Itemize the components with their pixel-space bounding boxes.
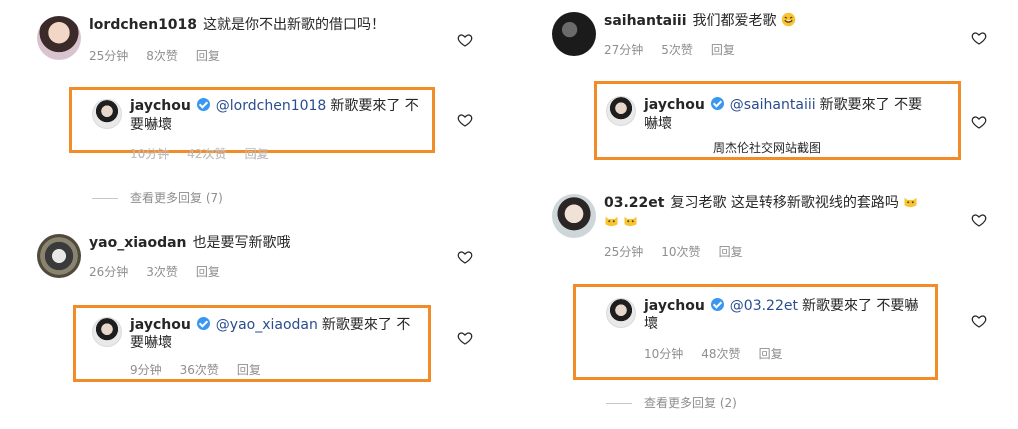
reply-text: 新歌要來了 不 <box>321 317 411 333</box>
reply-username[interactable]: jaychou <box>644 97 705 113</box>
comment-text: 也是要写新歌哦 <box>192 235 291 251</box>
cat-emoji-icon <box>624 216 637 227</box>
reply-time: 10分钟 <box>130 147 170 161</box>
view-more-replies[interactable]: 查看更多回复 (2) <box>606 394 737 411</box>
avatar[interactable] <box>37 16 81 60</box>
divider <box>606 403 632 404</box>
reply-text: 新歌要來了 不要 <box>819 97 923 113</box>
comment-time: 25分钟 <box>604 245 644 259</box>
mention-link[interactable]: @03.22et <box>730 298 798 314</box>
reply-text-continued: 壞 <box>644 316 658 332</box>
reply-likes[interactable]: 36次赞 <box>180 363 219 377</box>
comment-text-line: saihantaiii 我们都爱老歌 <box>604 12 796 31</box>
reply-time: 10分钟 <box>644 347 684 361</box>
reply-username[interactable]: jaychou <box>130 317 191 333</box>
reply-text-line: jaychou @saihantaiii 新歌要來了 不要 <box>644 96 922 115</box>
heart-icon[interactable] <box>457 249 473 265</box>
comment-text-line: 03.22et 复习老歌 这是转移新歌视线的套路吗 <box>604 194 918 213</box>
reply-button[interactable]: 回复 <box>719 245 743 259</box>
comment-username[interactable]: yao_xiaodan <box>89 235 187 251</box>
reply-button[interactable]: 回复 <box>711 43 735 57</box>
avatar[interactable] <box>37 234 81 278</box>
comment-username[interactable]: lordchen1018 <box>89 17 197 33</box>
verified-badge-icon <box>710 298 724 311</box>
heart-icon[interactable] <box>971 212 987 228</box>
reply-meta-partial: 10分钟 42次赞 回复 <box>130 145 287 162</box>
heart-icon[interactable] <box>457 330 473 346</box>
comment-text: 复习老歌 这是转移新歌视线的套路吗 <box>670 195 899 211</box>
comment-time: 26分钟 <box>89 265 129 279</box>
reply-meta: 9分钟 36次赞 回复 <box>130 361 279 378</box>
reply-text-continued: 要嚇壞 <box>130 117 172 133</box>
reply-text-line: jaychou @03.22et 新歌要來了 不要嚇 <box>644 297 918 316</box>
view-more-replies-label[interactable]: 查看更多回复 (2) <box>644 396 737 410</box>
reply-time: 9分钟 <box>130 363 162 377</box>
reply-text-continued: 嚇壞 <box>644 116 672 132</box>
heart-icon[interactable] <box>457 32 473 48</box>
divider <box>92 198 118 199</box>
reply-button[interactable]: 回复 <box>196 265 220 279</box>
verified-badge-icon <box>196 317 210 330</box>
comment-username[interactable]: 03.22et <box>604 195 664 211</box>
avatar[interactable] <box>92 99 122 129</box>
reply-meta: 10分钟 48次赞 回复 <box>644 345 801 362</box>
comment-text: 我们都爱老歌 <box>692 13 777 29</box>
comment-text-line: lordchen1018 这就是你不出新歌的借口吗！ <box>89 16 385 35</box>
mention-link[interactable]: @lordchen1018 <box>216 98 327 114</box>
reply-button[interactable]: 回复 <box>245 147 269 161</box>
reply-button[interactable]: 回复 <box>196 49 220 63</box>
reply-text: 新歌要來了 不要嚇 <box>801 298 919 314</box>
comment-likes[interactable]: 5次赞 <box>661 43 693 57</box>
mention-link[interactable]: @yao_xiaodan <box>216 317 318 333</box>
right-comment-panel: saihantaiii 我们都爱老歌 27分钟 5次赞 回复 jaychou @saih… <box>509 0 1018 429</box>
reply-text: 新歌要來了 不 <box>330 98 419 114</box>
comment-meta: 25分钟 10次赞 回复 <box>604 243 761 260</box>
reply-likes[interactable]: 48次赞 <box>701 347 740 361</box>
avatar[interactable] <box>92 317 122 347</box>
avatar[interactable] <box>606 96 636 126</box>
left-comment-panel: lordchen1018这就是你不出新歌的借口吗！ 25分钟8次赞回复 jayc… <box>0 0 509 429</box>
avatar[interactable] <box>552 194 596 238</box>
reply-username[interactable]: jaychou <box>644 298 705 314</box>
reply-button[interactable]: 回复 <box>759 347 783 361</box>
reply-text-line: jaychou @lordchen1018新歌要來了 不 <box>130 97 419 116</box>
heart-icon[interactable] <box>971 30 987 46</box>
reply-text-line: jaychou @yao_xiaodan 新歌要來了 不 <box>130 316 410 335</box>
reply-text-continued: 要嚇壞 <box>130 335 172 351</box>
comment-time: 27分钟 <box>604 43 644 57</box>
comment-time: 25分钟 <box>89 49 129 63</box>
reply-button[interactable]: 回复 <box>237 363 261 377</box>
reply-username[interactable]: jaychou <box>130 98 191 114</box>
mention-link[interactable]: @saihantaiii <box>730 97 816 113</box>
comment-text: 这就是你不出新歌的借口吗！ <box>203 17 386 33</box>
rofl-emoji-icon <box>781 12 796 27</box>
comment-meta: 25分钟 8次赞 回复 <box>89 47 238 64</box>
comment-text-line: yao_xiaodan 也是要写新歌哦 <box>89 234 291 253</box>
comment-likes[interactable]: 8次赞 <box>146 49 178 63</box>
avatar[interactable] <box>606 298 636 328</box>
comment-meta: 27分钟 5次赞 回复 <box>604 41 753 58</box>
avatar[interactable] <box>552 12 596 56</box>
heart-icon[interactable] <box>971 114 987 130</box>
comment-meta: 26分钟 3次赞 回复 <box>89 263 238 280</box>
heart-icon[interactable] <box>971 313 987 329</box>
comment-likes[interactable]: 3次赞 <box>146 265 178 279</box>
cat-emoji-icon <box>605 216 618 227</box>
cat-emoji-icon <box>904 197 917 208</box>
comment-emoji-line <box>604 213 638 232</box>
heart-icon[interactable] <box>457 112 473 128</box>
verified-badge-icon <box>196 98 210 111</box>
comment-username[interactable]: saihantaiii <box>604 13 687 29</box>
verified-badge-icon <box>710 97 724 110</box>
screenshot-caption: 周杰伦社交网站截图 <box>713 141 822 155</box>
comment-likes[interactable]: 10次赞 <box>661 245 700 259</box>
view-more-replies-label[interactable]: 查看更多回复 (7) <box>130 191 223 205</box>
reply-likes[interactable]: 42次赞 <box>187 147 226 161</box>
view-more-replies[interactable]: 查看更多回复 (7) <box>92 189 223 206</box>
